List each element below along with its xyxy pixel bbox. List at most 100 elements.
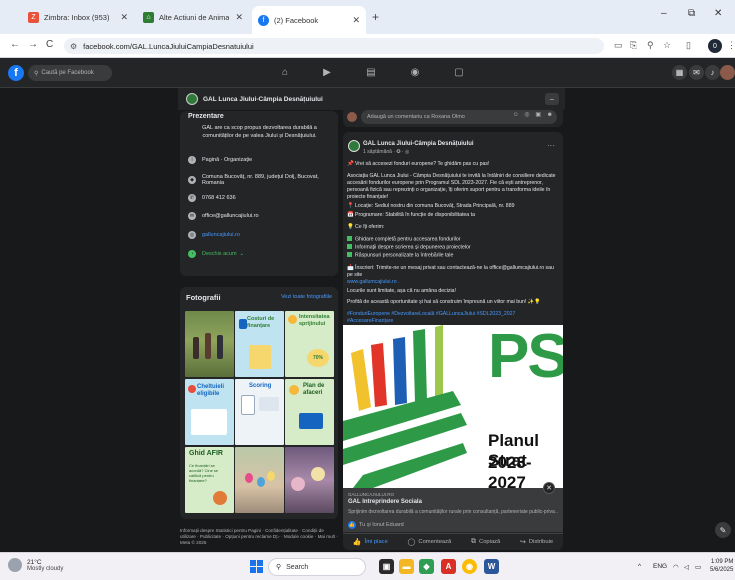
restore-button[interactable]: ⧉: [688, 8, 695, 19]
task-view-icon[interactable]: ▣: [379, 559, 394, 574]
zoom-icon[interactable]: ⚲: [647, 40, 654, 51]
url-input[interactable]: ⚙ facebook.com/GAL.LuncaJiuluiCampiaDesn…: [64, 38, 604, 54]
intro-email-text[interactable]: office@galluncajiului.ro: [202, 213, 259, 219]
close-tab-icon[interactable]: ✕: [120, 12, 128, 23]
cast-icon[interactable]: ▭: [614, 40, 623, 51]
groups-icon[interactable]: ◉: [408, 65, 422, 79]
copy-button[interactable]: ⧉ Copiază: [471, 538, 500, 546]
see-all-photos-link[interactable]: Vezi toate fotografiile: [281, 294, 332, 300]
close-tab-icon[interactable]: ✕: [352, 15, 360, 26]
intro-card: Prezentare GAL are ca scop propus dezvol…: [180, 111, 338, 276]
tray-overflow-icon[interactable]: ^: [638, 563, 641, 570]
post-link-text[interactable]: www.gallumcajiului.ro .: [347, 279, 399, 285]
bookmark-star-icon[interactable]: ☆: [663, 40, 671, 51]
intro-row-website[interactable]: ◎ galluncajiului.ro: [188, 231, 336, 239]
back-button[interactable]: ←: [10, 39, 20, 50]
translate-icon[interactable]: ⎘: [630, 40, 637, 51]
intro-row-hours[interactable]: ◔ Deschis acum ⌄: [188, 250, 336, 258]
post-author-avatar[interactable]: [348, 140, 360, 152]
close-preview-icon[interactable]: ✕: [543, 482, 555, 494]
home-icon[interactable]: ⌂: [278, 65, 292, 79]
new-message-button[interactable]: ✎: [715, 522, 731, 538]
post-image[interactable]: PS Planul Strat 2023-2027: [343, 325, 563, 488]
facebook-logo-icon[interactable]: f: [8, 65, 24, 81]
windows-start-icon[interactable]: [250, 560, 263, 573]
footer-links[interactable]: Informații despre Statistici pentru Pagi…: [180, 528, 340, 546]
post-timestamp[interactable]: 1 săptămână · ✪ · ◎: [363, 149, 409, 155]
page-name[interactable]: GAL Lunca Jiului-Câmpia Desnățuiului: [203, 96, 323, 103]
photo-scoring[interactable]: Scoring: [235, 379, 284, 445]
photo-crafts[interactable]: [285, 447, 334, 513]
egg-shape: [245, 473, 253, 483]
profile-avatar[interactable]: 0: [708, 39, 722, 53]
menu-grid-icon[interactable]: ▦: [672, 65, 687, 80]
close-tab-icon[interactable]: ✕: [235, 12, 243, 23]
page-more-button[interactable]: –: [545, 93, 559, 105]
weather-widget[interactable]: 21°C Mostly cloudy: [8, 558, 63, 572]
intro-hours-text[interactable]: Deschis acum: [202, 251, 237, 257]
chevron-down-icon[interactable]: ⌄: [240, 251, 245, 257]
intro-row-email[interactable]: ✉ office@galluncajiului.ro: [188, 212, 336, 220]
volume-icon[interactable]: ◁: [684, 563, 689, 571]
photo-caption: Scoring: [249, 383, 272, 389]
gaming-icon[interactable]: ▢: [452, 65, 466, 79]
post-line-text: Locație: Sediul nostru din comuna Bucovă…: [355, 203, 515, 209]
tab-zimbra[interactable]: Z Zimbra: Inbox (953) ✕: [22, 6, 134, 28]
comment-icon: ◯: [407, 539, 416, 546]
user-avatar[interactable]: [720, 65, 735, 80]
post-hashtags[interactable]: #FonduriEuropene #DezvoltareLocală #GALL…: [347, 311, 559, 325]
reactions-summary[interactable]: 👍 Tu și Ionut Eduard: [348, 521, 404, 529]
wifi-icon[interactable]: ◠: [673, 563, 679, 571]
video-icon[interactable]: ▶: [320, 65, 334, 79]
minimize-button[interactable]: –: [661, 8, 667, 19]
photo-ghid-afir[interactable]: Ghid AFIR Ce finanțări se acordă? Cine s…: [185, 447, 234, 513]
post-more-button[interactable]: ···: [547, 141, 555, 150]
language-indicator[interactable]: ENG: [653, 563, 667, 570]
tab-title: Alte Actiuni de Animare – Mari…: [159, 12, 230, 22]
link-title[interactable]: GAL Intreprindere Sociala: [348, 499, 422, 505]
battery-icon[interactable]: ▭: [695, 563, 701, 571]
photo-cheltuieli-eligibile[interactable]: Cheltuieli eligibile: [185, 379, 234, 445]
chrome-icon[interactable]: ◉: [462, 559, 477, 574]
acrobat-icon[interactable]: A: [441, 559, 456, 574]
zimbra-icon: Z: [28, 11, 39, 23]
comment-button[interactable]: ◯ Comentează: [408, 538, 452, 546]
clock-date: 5/6/2025: [710, 567, 734, 573]
comment-tools-icons[interactable]: ☺ ◎ ▣ ☻: [513, 111, 555, 118]
taskbar-search-input[interactable]: ⚲ Search: [268, 558, 366, 576]
photo-field-people[interactable]: [185, 311, 234, 377]
facebook-search-input[interactable]: ⚲ Caută pe Facebook: [28, 65, 112, 81]
post-website-link[interactable]: www.gallumcajiului.ro .: [347, 279, 559, 286]
tab-alte-actiuni[interactable]: ⌂ Alte Actiuni de Animare – Mari… ✕: [137, 6, 249, 28]
reload-button[interactable]: C: [46, 39, 53, 50]
teams-chat-icon[interactable]: ◆: [419, 559, 434, 574]
flower-shape: [291, 477, 305, 491]
photo-intensitatea-sprijinului[interactable]: Intensitatea sprijinului 70%: [285, 311, 334, 377]
reactions-text[interactable]: Tu și Ionut Eduard: [359, 522, 404, 528]
tab-facebook[interactable]: f (2) Facebook ✕: [252, 6, 366, 34]
photo-plan-afaceri[interactable]: Plan de afaceri: [285, 379, 334, 445]
photo-costuri-finantare[interactable]: Costuri de finanțare: [235, 311, 284, 377]
page-avatar[interactable]: [186, 93, 198, 105]
logo-bar-lime: [435, 325, 443, 401]
taskbar-clock[interactable]: 1:09 PM 5/6/2025: [710, 558, 733, 574]
share-label: Distribuie: [528, 539, 554, 545]
word-icon[interactable]: W: [484, 559, 499, 574]
close-window-button[interactable]: ✕: [714, 8, 722, 19]
file-explorer-icon[interactable]: ▬: [399, 559, 414, 574]
marketplace-icon[interactable]: ▤: [364, 65, 378, 79]
notifications-bell-icon[interactable]: ♪: [705, 65, 720, 80]
post-hashtags-text[interactable]: #FonduriEuropene #DezvoltareLocală #GALL…: [347, 311, 515, 324]
menu-dots-icon[interactable]: ⋮: [727, 40, 735, 51]
messenger-icon[interactable]: ✉: [689, 65, 704, 80]
photo-easter-eggs[interactable]: [235, 447, 284, 513]
photo-caption: Cheltuieli eligibile: [197, 384, 225, 397]
new-tab-button[interactable]: +: [372, 10, 379, 24]
forward-button[interactable]: →: [28, 39, 38, 50]
like-button[interactable]: 👍 Îmi place: [353, 538, 388, 546]
intro-website-link[interactable]: galluncajiului.ro: [202, 232, 240, 238]
post-author-name[interactable]: GAL Lunca Jiului-Câmpia Desnățuiului: [363, 141, 474, 147]
extensions-icon[interactable]: ▯: [686, 40, 691, 51]
share-button[interactable]: ↪ Distribuie: [520, 538, 553, 546]
site-settings-icon[interactable]: ⚙: [70, 42, 77, 51]
